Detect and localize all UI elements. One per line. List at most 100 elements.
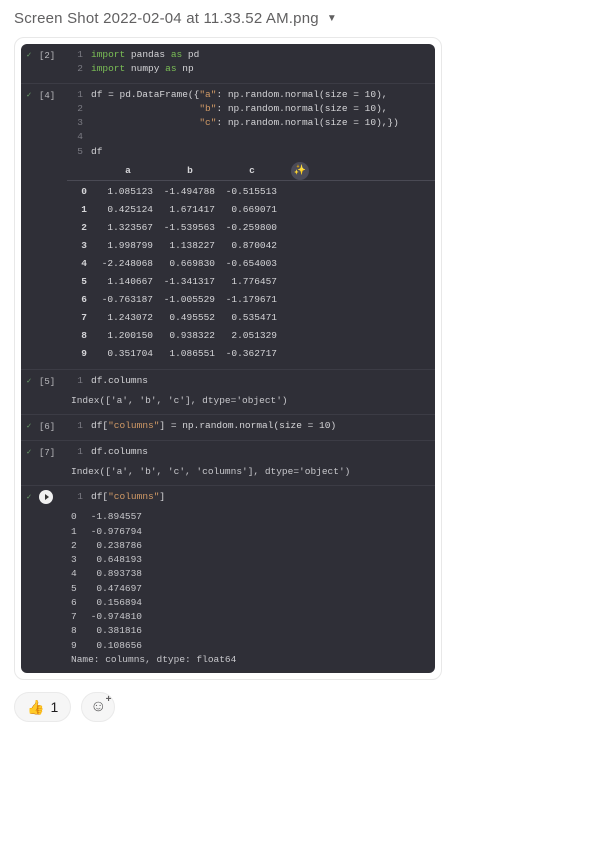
line-number: 1 <box>71 419 83 433</box>
series-index: 0 <box>71 510 77 524</box>
cell-value: -1.494788 <box>159 185 221 199</box>
column-header: b <box>159 164 221 178</box>
code-text: "b": np.random.normal(size = 10), <box>91 102 387 116</box>
code-line: 1df.columns <box>71 445 425 459</box>
table-row: 71.2430720.4955520.535471 <box>67 309 435 327</box>
series-index: 7 <box>71 610 77 624</box>
cell-value: 1.086551 <box>159 347 221 361</box>
line-number: 1 <box>71 490 83 504</box>
cell-value: 1.243072 <box>97 311 159 325</box>
table-row: 6-0.763187-1.005529-1.179671 <box>67 291 435 309</box>
cell-value: 0.870042 <box>221 239 283 253</box>
add-reaction-button[interactable]: ☺+ <box>81 692 115 722</box>
check-icon: ✓ <box>27 422 32 431</box>
cell-value: 0.938322 <box>159 329 221 343</box>
line-number: 2 <box>71 62 83 76</box>
notebook-content: ✓[2]1import pandas as pd2import numpy as… <box>21 44 435 673</box>
series-value: -0.974810 <box>91 610 142 624</box>
cell-value: 1.140667 <box>97 275 159 289</box>
cell-value: -0.362717 <box>221 347 283 361</box>
row-index: 4 <box>67 257 97 271</box>
line-number: 1 <box>71 374 83 388</box>
series-index: 6 <box>71 596 77 610</box>
check-icon: ✓ <box>27 91 32 100</box>
cell-value: -1.005529 <box>159 293 221 307</box>
notebook-cell: ✓[4]1df = pd.DataFrame({"a": np.random.n… <box>21 83 435 369</box>
reaction-thumbs-up[interactable]: 👍 1 <box>14 692 71 722</box>
attachment-header[interactable]: Screen Shot 2022-02-04 at 11.33.52 AM.pn… <box>14 10 586 27</box>
code-line: 2 import numpy as np <box>71 62 425 76</box>
chevron-down-icon[interactable]: ▼ <box>327 13 337 24</box>
series-value: 0.381816 <box>91 624 142 638</box>
series-row: 4 0.893738 <box>71 567 425 581</box>
code-line: 2 "b": np.random.normal(size = 10), <box>71 102 425 116</box>
attachment-filename: Screen Shot 2022-02-04 at 11.33.52 AM.pn… <box>14 10 319 27</box>
dataframe-header: abc✨ <box>67 163 435 181</box>
code-text: import numpy as np <box>91 62 194 76</box>
series-row: 0 -1.894557 <box>71 510 425 524</box>
cell-value: 1.998799 <box>97 239 159 253</box>
series-index: 3 <box>71 553 77 567</box>
line-number: 5 <box>71 145 83 159</box>
check-icon: ✓ <box>27 377 32 386</box>
text-output: Index(['a', 'b', 'c', 'columns'], dtype=… <box>71 459 435 479</box>
series-value: 0.648193 <box>91 553 142 567</box>
run-cell-button[interactable] <box>39 490 53 504</box>
table-row: 01.085123-1.494788-0.515513 <box>67 183 435 201</box>
cell-value: 0.535471 <box>221 311 283 325</box>
code-area: 1df = pd.DataFrame({"a": np.random.norma… <box>71 88 435 159</box>
series-row: 5 0.474697 <box>71 582 425 596</box>
series-value: -1.894557 <box>91 510 142 524</box>
code-line: 1df["columns"] <box>71 490 425 504</box>
line-number: 1 <box>71 445 83 459</box>
code-line: 1 df["columns"] = np.random.normal(size =… <box>71 419 425 433</box>
reaction-count: 1 <box>50 699 58 715</box>
cell-value: 1.323567 <box>97 221 159 235</box>
cell-gutter: ✓ <box>23 492 35 504</box>
cell-value: -0.259800 <box>221 221 283 235</box>
screenshot-preview[interactable]: ✓[2]1import pandas as pd2import numpy as… <box>14 37 442 680</box>
table-row: 51.140667-1.3413171.776457 <box>67 273 435 291</box>
row-index: 2 <box>67 221 97 235</box>
code-line: 1import pandas as pd <box>71 48 425 62</box>
line-number: 2 <box>71 102 83 116</box>
series-value: 0.893738 <box>91 567 142 581</box>
line-number: 3 <box>71 116 83 130</box>
cell-value: 2.051329 <box>221 329 283 343</box>
code-text: df["columns"] = np.random.normal(size = … <box>91 419 336 433</box>
cell-value: 0.351704 <box>97 347 159 361</box>
row-index: 7 <box>67 311 97 325</box>
notebook-cell: ✓1df["columns"]0-1.8945571-0.9767942 0.2… <box>21 485 435 673</box>
table-row: 90.3517041.086551-0.362717 <box>67 345 435 363</box>
notebook-cell: ✓[6]1df["columns"] = np.random.normal(si… <box>21 414 435 439</box>
notebook-cell: ✓[2]1import pandas as pd2import numpy as… <box>21 44 435 83</box>
code-area: 1 df["columns"] = np.random.normal(size =… <box>71 419 435 433</box>
series-index: 2 <box>71 539 77 553</box>
code-line: 4 <box>71 130 425 144</box>
cell-value: 0.669071 <box>221 203 283 217</box>
cell-value: 0.495552 <box>159 311 221 325</box>
reaction-bar: 👍 1 ☺+ <box>14 692 586 722</box>
series-output: 0-1.8945571-0.9767942 0.2387863 0.648193… <box>71 504 435 667</box>
series-row: 3 0.648193 <box>71 553 425 567</box>
execution-count: [7] <box>39 447 55 461</box>
row-index: 0 <box>67 185 97 199</box>
table-row: 21.323567-1.539563-0.259800 <box>67 219 435 237</box>
cell-value: -2.248068 <box>97 257 159 271</box>
magic-wand-icon[interactable]: ✨ <box>291 162 309 180</box>
code-area: 1df["columns"] <box>71 490 435 504</box>
cell-value: -1.179671 <box>221 293 283 307</box>
cell-gutter: ✓ <box>23 447 35 459</box>
table-row: 10.4251241.6714170.669071 <box>67 201 435 219</box>
series-index: 5 <box>71 582 77 596</box>
code-text: df <box>91 145 102 159</box>
cell-value: -1.341317 <box>159 275 221 289</box>
code-text: df.columns <box>91 374 148 388</box>
cell-gutter: ✓ <box>23 50 35 62</box>
series-row: 1-0.976794 <box>71 525 425 539</box>
column-header: a <box>97 164 159 178</box>
cell-value: 0.425124 <box>97 203 159 217</box>
cell-gutter: ✓ <box>23 90 35 102</box>
code-text: "c": np.random.normal(size = 10),}) <box>91 116 399 130</box>
series-row: 6 0.156894 <box>71 596 425 610</box>
